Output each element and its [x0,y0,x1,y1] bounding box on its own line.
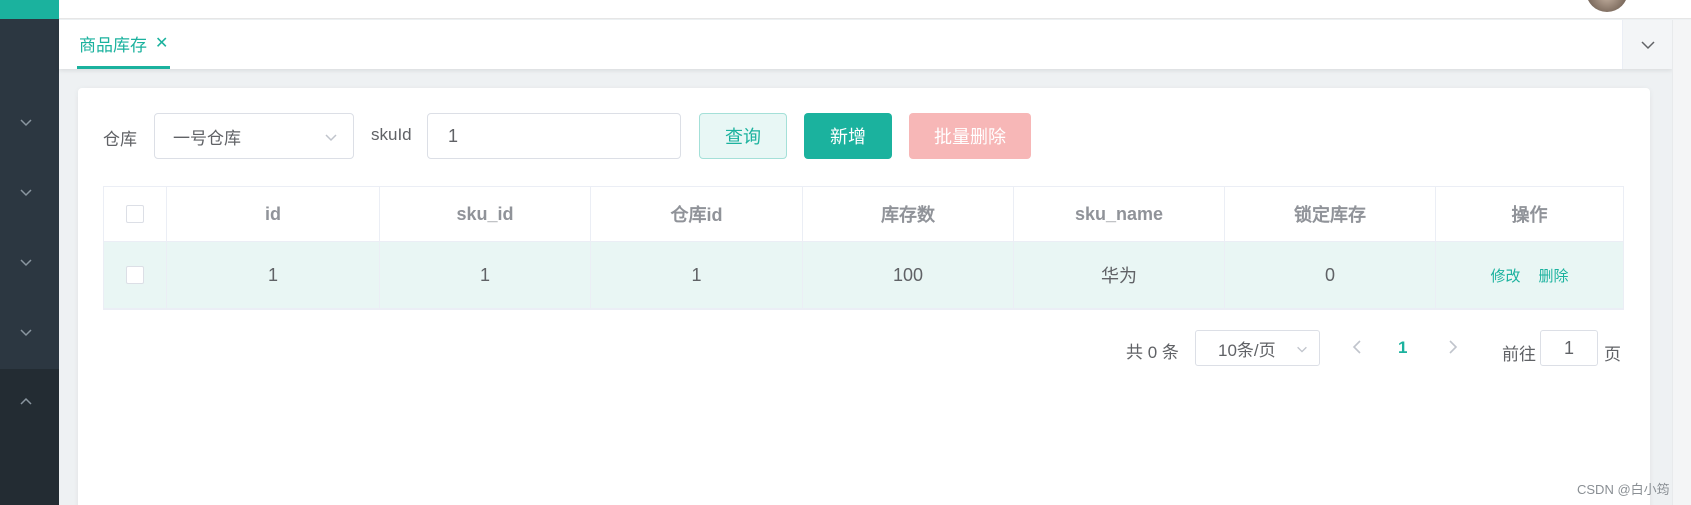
row-checkbox[interactable] [126,266,144,284]
watermark: CSDN @白小筠 [1577,482,1670,497]
column-header[interactable]: 仓库id [591,187,803,241]
jump-label: 前往 [1502,345,1536,364]
column-header[interactable]: id [167,187,380,241]
add-button[interactable]: 新增 [804,113,892,159]
cell-actions: 修改 删除 [1436,242,1623,308]
batch-delete-button[interactable]: 批量删除 [909,113,1031,159]
scrollbar[interactable] [1672,20,1691,505]
cell-stock: 100 [803,242,1014,308]
chevron-down-icon[interactable] [18,114,34,130]
chevron-left-icon [1352,340,1361,354]
chevron-right-icon [1449,340,1458,354]
jump-page-input[interactable]: 1 [1540,330,1598,366]
skuid-input[interactable]: 1 [427,113,681,159]
table-header: id sku_id 仓库id 库存数 sku_name 锁定库存 操作 [104,187,1623,242]
cell-sku-name: 华为 [1014,242,1225,308]
chevron-down-icon[interactable] [18,324,34,340]
cell-locked: 0 [1225,242,1436,308]
warehouse-select-value: 一号仓库 [173,128,241,148]
sidebar-logo-bar [0,0,59,19]
column-header: 操作 [1511,205,1548,225]
tab-bar: 商品库存 ✕ [59,20,1672,69]
pagination-total: 共 0 条 [1126,343,1179,362]
column-header[interactable]: 库存数 [803,187,1014,241]
column-header[interactable]: 锁定库存 [1225,187,1436,241]
top-header [59,0,1691,19]
page-size-select[interactable]: 10条/页 [1195,330,1320,366]
row-select-cell [104,242,167,308]
chevron-down-icon [1640,40,1655,49]
page-size-value: 10条/页 [1218,340,1276,360]
table-row[interactable]: 1 1 1 100 华为 0 修改 删除 [104,242,1623,309]
close-icon[interactable]: ✕ [155,33,168,53]
delete-link[interactable]: 删除 [1539,265,1569,286]
edit-link[interactable]: 修改 [1490,265,1520,286]
warehouse-label: 仓库 [103,130,137,149]
cell-sku-id: 1 [380,242,591,308]
chevron-up-icon[interactable] [18,394,34,410]
sidebar-submenu [0,369,59,505]
next-page-button[interactable] [1446,338,1460,361]
select-all-cell [104,187,167,241]
chevron-down-icon[interactable] [18,184,34,200]
tab-dropdown-button[interactable] [1622,20,1672,69]
stock-table: id sku_id 仓库id 库存数 sku_name 锁定库存 操作 1 1 … [103,186,1624,310]
column-header[interactable]: sku_id [380,187,591,241]
prev-page-button[interactable] [1350,338,1364,361]
cell-warehouse-id: 1 [591,242,803,308]
cell-id: 1 [167,242,380,308]
user-avatar[interactable] [1586,0,1628,12]
page-number-current[interactable]: 1 [1398,338,1407,358]
warehouse-select[interactable]: 一号仓库 [154,113,354,159]
select-all-checkbox[interactable] [126,205,144,223]
chevron-down-icon [325,134,337,142]
chevron-down-icon [1297,346,1307,353]
sidebar-menu [0,19,59,369]
chevron-down-icon[interactable] [18,254,34,270]
jump-suffix: 页 [1604,345,1621,364]
column-header[interactable]: sku_name [1014,187,1225,241]
tab-stock[interactable]: 商品库存 ✕ [77,20,171,69]
tab-label: 商品库存 [79,35,147,55]
query-button[interactable]: 查询 [699,113,787,159]
sidebar [0,0,59,505]
skuid-label: skuId [371,125,412,144]
